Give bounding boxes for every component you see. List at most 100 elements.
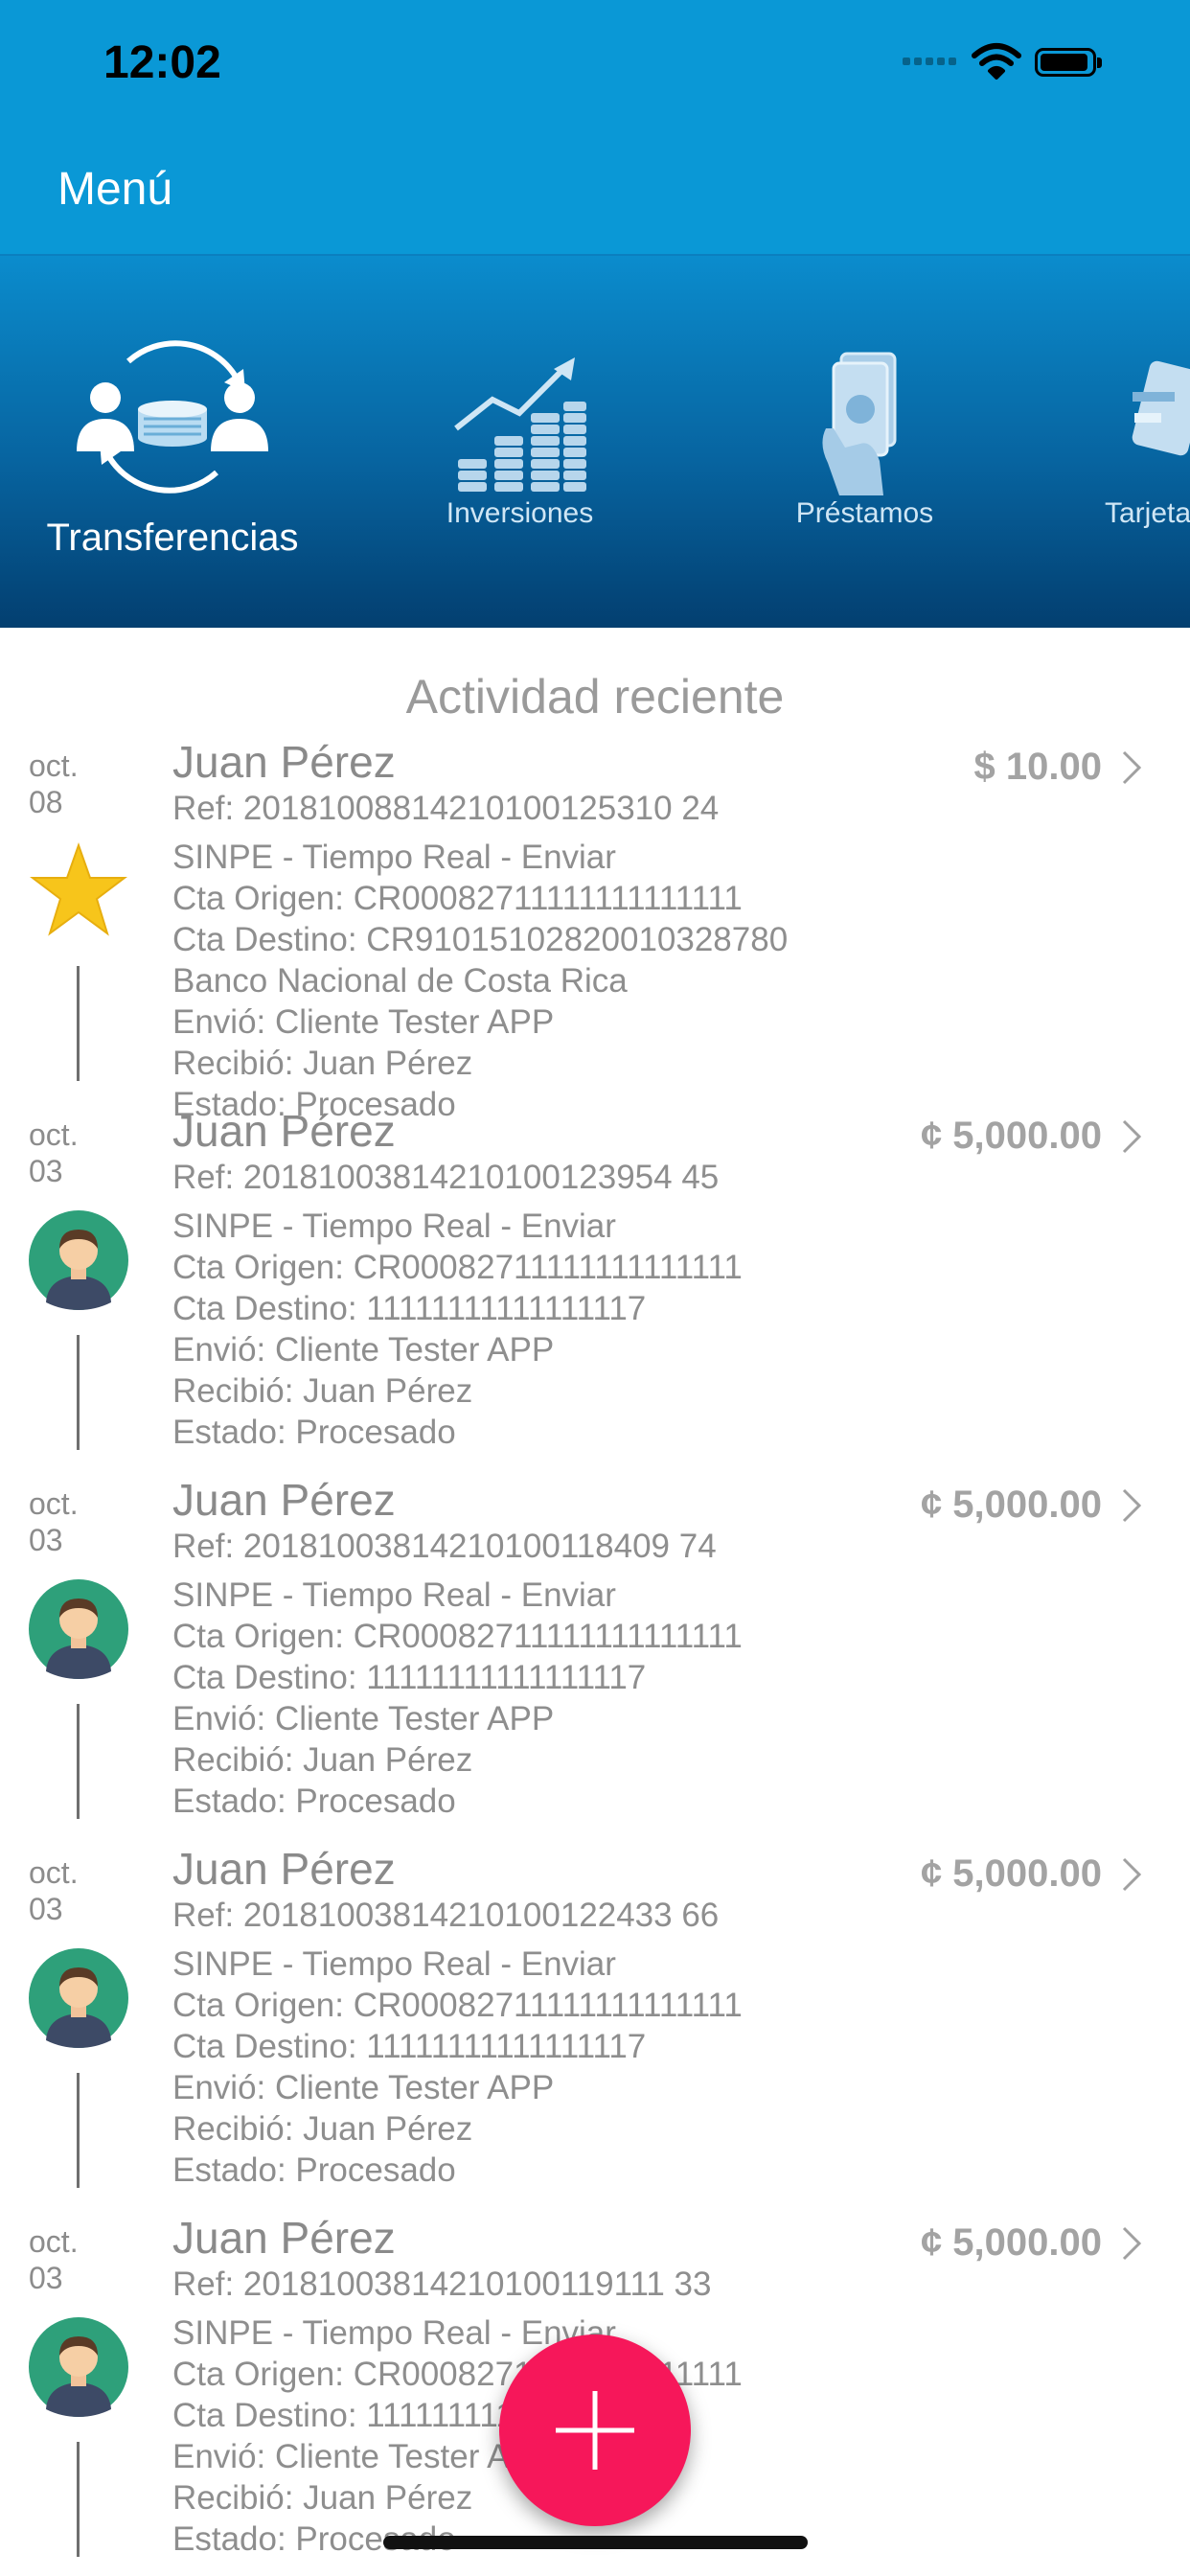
transaction-row[interactable]: oct. 08 Juan Pérez $ 10.00 Ref: 201810088142… <box>0 737 1190 1123</box>
transaction-detail-line: Cta Origen: CR00082711111111111111 <box>172 1249 743 1286</box>
transaction-detail-line: Cta Destino: 11111111111111117 <box>172 1290 647 1327</box>
wifi-icon <box>972 43 1021 80</box>
star-icon <box>29 841 128 941</box>
transaction-detail-line: SINPE - Tiempo Real - Enviar <box>172 2314 616 2352</box>
transaction-details: Ref: 20181003814210100118409 74 SINPE - T… <box>172 1526 743 1822</box>
chevron-right-icon[interactable] <box>1121 1856 1142 1893</box>
category-label: Inversiones <box>446 497 594 529</box>
transaction-amount: ¢ 5,000.00 <box>920 1852 1102 1895</box>
app-screen: 12:02 Menú Transferencias Inversiones Pr… <box>0 0 1190 2576</box>
transaction-detail-line: Estado: Procesado <box>172 1782 456 1820</box>
transaction-row[interactable]: oct. 03 Juan Pérez ¢ 5,000.00 Ref: 201810038… <box>0 1844 1190 2214</box>
menu-button[interactable]: Menú <box>57 163 172 216</box>
status-time: 12:02 <box>103 37 221 88</box>
transaction-detail-line: Recibió: Juan Pérez <box>172 1741 473 1779</box>
transaction-detail-line: Envió: Cliente Tester APP <box>172 1331 555 1368</box>
transaction-detail-line: Cta Origen: CR00082711111111111111 <box>172 880 743 917</box>
transaction-date: oct. 03 <box>29 1485 79 1558</box>
transaction-detail-line: Recibió: Juan Pérez <box>172 1372 473 1410</box>
transaction-day: 08 <box>29 785 63 819</box>
transaction-detail-line: Recibió: Juan Pérez <box>172 1045 473 1082</box>
transaction-detail-line: Envió: Cliente Tester APP <box>172 2069 555 2106</box>
transaction-details: Ref: 20181008814210100125310 24 SINPE - T… <box>172 788 788 1125</box>
transaction-month: oct. <box>29 748 79 783</box>
transaction-day: 03 <box>29 2261 63 2295</box>
section-title: Actividad reciente <box>405 670 785 724</box>
category-transferencias[interactable]: Transferencias <box>0 256 345 628</box>
user-avatar-icon <box>29 1948 128 2048</box>
category-inversiones[interactable]: Inversiones <box>383 256 656 628</box>
category-label: Préstamos <box>795 497 934 529</box>
transaction-amount: $ 10.00 <box>973 746 1102 788</box>
transaction-ref: Ref: 20181003814210100123954 45 <box>172 1159 720 1196</box>
timeline-line <box>77 1704 80 1819</box>
transaction-detail-line: Envió: Cliente Tester APP <box>172 1003 555 1041</box>
timeline-line <box>77 1335 80 1450</box>
transaction-name: Juan Pérez <box>172 1106 396 1156</box>
transaction-list: oct. 08 Juan Pérez $ 10.00 Ref: 201810088142… <box>0 737 1190 2576</box>
home-indicator[interactable] <box>383 2536 808 2549</box>
transaction-detail-line: Cta Origen: CR00082711111111111111 <box>172 1987 743 2024</box>
transaction-amount: ¢ 5,000.00 <box>920 1115 1102 1157</box>
transaction-details: Ref: 20181003814210100122433 66 SINPE - T… <box>172 1895 743 2191</box>
transaction-name: Juan Pérez <box>172 1475 396 1525</box>
transaction-detail-line: Estado: Procesado <box>172 1414 456 1451</box>
transaction-ref: Ref: 20181008814210100125310 24 <box>172 790 720 827</box>
category-carousel[interactable]: Transferencias Inversiones Préstamos Tar… <box>0 254 1190 628</box>
category-label: Tarjetas <box>1105 497 1190 529</box>
transaction-detail-line: Estado: Procesado <box>172 2151 456 2189</box>
chevron-right-icon[interactable] <box>1121 2225 1142 2262</box>
transaction-date: oct. 03 <box>29 1854 79 1927</box>
loan-hand-icon <box>821 352 896 495</box>
transaction-month: oct. <box>29 1855 79 1890</box>
transaction-date: oct. 08 <box>29 748 79 820</box>
transaction-row[interactable]: oct. 03 Juan Pérez ¢ 5,000.00 Ref: 201810038… <box>0 1475 1190 1845</box>
card-icon <box>1132 360 1190 456</box>
category-label: Transferencias <box>46 517 299 559</box>
transaction-amount: ¢ 5,000.00 <box>920 1484 1102 1526</box>
transaction-month: oct. <box>29 1486 79 1521</box>
top-bar: 12:02 Menú <box>0 0 1190 254</box>
transaction-day: 03 <box>29 1154 63 1188</box>
transaction-detail-line: Cta Origen: CR00082711111111111111 <box>172 1618 743 1655</box>
user-avatar-icon <box>29 1579 128 1679</box>
transaction-day: 03 <box>29 1523 63 1557</box>
transaction-date: oct. 03 <box>29 2223 79 2296</box>
timeline-line <box>77 966 80 1081</box>
chevron-right-icon[interactable] <box>1121 1487 1142 1524</box>
transaction-name: Juan Pérez <box>172 2213 396 2263</box>
transaction-detail-line: Envió: Cliente Tester APP <box>172 1700 555 1737</box>
transaction-ref: Ref: 20181003814210100118409 74 <box>172 1528 717 1565</box>
category-tarjetas[interactable]: Tarjetas <box>1078 256 1190 628</box>
status-icons <box>903 38 1190 96</box>
transaction-detail-line: Cta Destino: CR91015102820010328780 <box>172 921 789 958</box>
add-button[interactable] <box>499 2334 691 2526</box>
transaction-details: Ref: 20181003814210100123954 45 SINPE - T… <box>172 1157 743 1453</box>
timeline-line <box>77 2073 80 2188</box>
chevron-right-icon[interactable] <box>1121 749 1142 786</box>
plus-icon <box>556 2391 634 2470</box>
transaction-detail-line: Cta Destino: 11111111111111117 <box>172 1659 647 1696</box>
transaction-name: Juan Pérez <box>172 737 396 787</box>
transaction-date: oct. 03 <box>29 1116 79 1189</box>
transaction-month: oct. <box>29 1117 79 1152</box>
transaction-detail-line: Banco Nacional de Costa Rica <box>172 962 628 1000</box>
transaction-name: Juan Pérez <box>172 1844 396 1894</box>
battery-icon <box>1035 48 1102 77</box>
chevron-right-icon[interactable] <box>1121 1118 1142 1155</box>
transfer-icon <box>77 340 268 494</box>
transaction-day: 03 <box>29 1892 63 1926</box>
transaction-detail-line: SINPE - Tiempo Real - Enviar <box>172 1945 616 1983</box>
category-prestamos[interactable]: Préstamos <box>728 256 1001 628</box>
transaction-detail-line: SINPE - Tiempo Real - Enviar <box>172 1576 616 1614</box>
transaction-ref: Ref: 20181003814210100119111 33 <box>172 2266 712 2303</box>
transaction-row[interactable]: oct. 03 Juan Pérez ¢ 5,000.00 Ref: 201810038… <box>0 1106 1190 1476</box>
user-avatar-icon <box>29 2317 128 2417</box>
timeline-line <box>77 2442 80 2557</box>
user-avatar-icon <box>29 1210 128 1310</box>
transaction-month: oct. <box>29 2224 79 2259</box>
transaction-amount: ¢ 5,000.00 <box>920 2221 1102 2264</box>
transaction-ref: Ref: 20181003814210100122433 66 <box>172 1897 720 1934</box>
transaction-detail-line: SINPE - Tiempo Real - Enviar <box>172 839 616 876</box>
investment-chart-icon <box>453 357 586 492</box>
